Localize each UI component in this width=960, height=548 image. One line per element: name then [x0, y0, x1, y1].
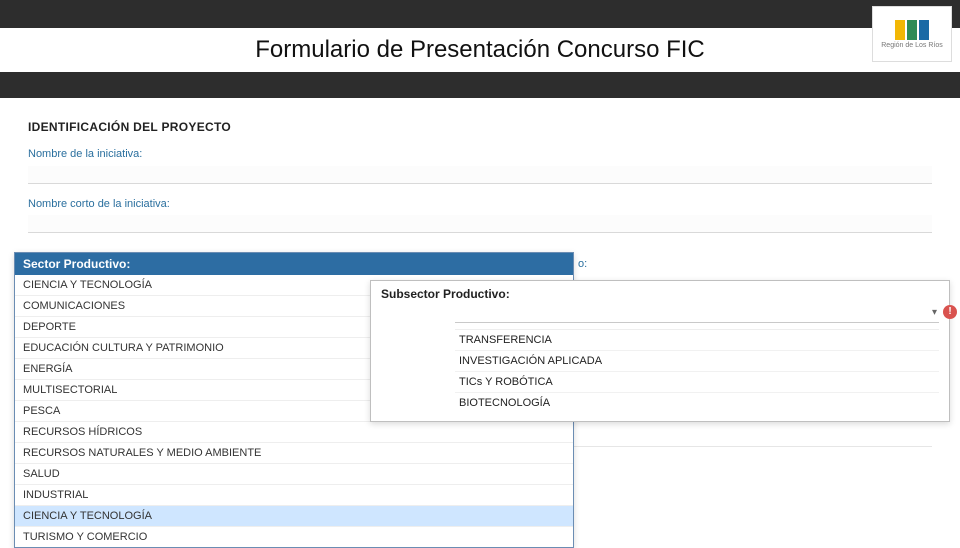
sector-option[interactable]: TURISMO Y COMERCIO [15, 527, 573, 547]
field-nombre-corto-input[interactable] [28, 215, 932, 233]
section-title: IDENTIFICACIÓN DEL PROYECTO [28, 120, 932, 134]
page-title: Formulario de Presentación Concurso FIC [0, 28, 960, 72]
chevron-down-icon[interactable]: ▾ [932, 307, 937, 318]
subsector-productivo-label: Subsector Productivo: [371, 281, 949, 305]
sector-option[interactable]: RECURSOS NATURALES Y MEDIO AMBIENTE [15, 443, 573, 464]
alert-icon: ! [943, 305, 957, 319]
sector-option[interactable]: RECURSOS HÍDRICOS [15, 422, 573, 443]
form-area: IDENTIFICACIÓN DEL PROYECTO Nombre de la… [0, 98, 960, 247]
subsector-option[interactable]: BIOTECNOLOGÍA [455, 393, 939, 413]
subsector-option[interactable]: INVESTIGACIÓN APLICADA [455, 351, 939, 372]
title-strip: Formulario de Presentación Concurso FIC [0, 28, 960, 72]
sector-productivo-label: Sector Productivo: [15, 253, 573, 275]
region-logo: Región de Los Ríos [872, 6, 952, 62]
field-nombre-iniciativa-input[interactable] [28, 166, 932, 184]
field-nombre-iniciativa-label: Nombre de la iniciativa: [28, 148, 932, 160]
truncated-label: o: [578, 258, 587, 270]
sector-option[interactable]: CIENCIA Y TECNOLOGÍA [15, 506, 573, 527]
subsector-option[interactable]: TRANSFERENCIA [455, 330, 939, 351]
sector-option[interactable]: SALUD [15, 464, 573, 485]
logo-caption: Región de Los Ríos [881, 42, 942, 49]
subsector-productivo-dropdown[interactable]: Subsector Productivo: ▾ ! TRANSFERENCIAI… [370, 280, 950, 422]
logo-bars-icon [895, 20, 929, 40]
subsector-input-row[interactable]: ▾ ! [455, 305, 939, 323]
field-nombre-corto-label: Nombre corto de la iniciativa: [28, 198, 932, 210]
subsector-option[interactable]: TICs Y ROBÓTICA [455, 372, 939, 393]
top-bar: Formulario de Presentación Concurso FIC … [0, 0, 960, 98]
sector-option[interactable]: INDUSTRIAL [15, 485, 573, 506]
